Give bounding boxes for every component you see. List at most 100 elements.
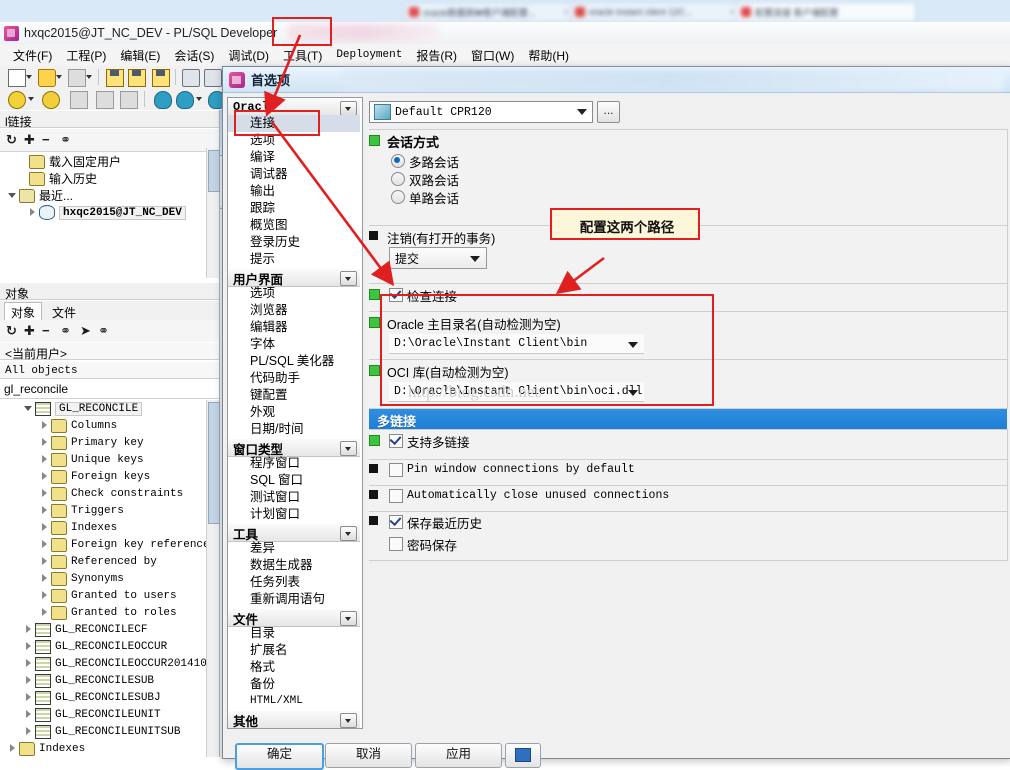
save-icon[interactable] [106, 69, 124, 87]
browser-tab[interactable]: oracle instant client 12C... × [570, 2, 740, 22]
radio-dual-session[interactable] [391, 172, 405, 186]
open-dropdown-icon[interactable] [56, 75, 62, 79]
tree-row[interactable]: Columns [40, 417, 117, 434]
current-user-filter[interactable]: <当前用户> [0, 342, 219, 361]
tree-node-current-connection[interactable]: hxqc2015@JT_NC_DEV [28, 204, 186, 221]
expander-closed-icon[interactable] [8, 744, 17, 753]
pref-item-1-2[interactable]: 编辑器 [228, 319, 360, 336]
pref-item-3-3[interactable]: 重新调用语句 [228, 591, 360, 608]
chevron-down-icon[interactable] [340, 271, 357, 286]
chevron-down-icon[interactable] [340, 526, 357, 541]
tree-row[interactable]: Referenced by [40, 553, 157, 570]
sql-dropdown-icon[interactable] [196, 97, 202, 101]
pref-item-4-2[interactable]: 格式 [228, 659, 360, 676]
radio-multi-session[interactable] [391, 154, 405, 168]
tree-node-input-history[interactable]: 输入历史 [18, 170, 97, 187]
wand-icon[interactable] [70, 91, 88, 109]
object-tree-scrollbar[interactable] [206, 400, 220, 757]
pref-item-0-1[interactable]: 选项 [228, 132, 360, 149]
open-folder-icon[interactable] [38, 69, 56, 87]
menu-item-deployment[interactable]: Deployment [329, 47, 409, 63]
checkbox-auto-close-connections[interactable] [389, 489, 403, 503]
pref-item-2-2[interactable]: 测试窗口 [228, 489, 360, 506]
sql-database-icon[interactable] [176, 91, 194, 109]
refresh-icon[interactable]: ↻ [6, 324, 17, 337]
pref-item-4-0[interactable]: 目录 [228, 625, 360, 642]
pref-item-0-5[interactable]: 跟踪 [228, 200, 360, 217]
tree-row[interactable]: GL_RECONCILE [24, 400, 143, 417]
tree-row[interactable]: Check constraints [40, 485, 183, 502]
pref-item-0-8[interactable]: 提示 [228, 251, 360, 268]
pref-item-2-0[interactable]: 程序窗口 [228, 455, 360, 472]
menu-item-debug[interactable]: 调试(D) [221, 45, 276, 66]
oracle-home-input[interactable]: D:\Oracle\Instant Client\bin [389, 334, 644, 354]
menu-item-tools[interactable]: 工具(T) [276, 45, 329, 66]
cancel-button[interactable]: 取消 [325, 743, 412, 768]
tree-row[interactable]: Primary key [40, 434, 144, 451]
pref-item-2-1[interactable]: SQL 窗口 [228, 472, 360, 489]
checkbox-support-multi-connection[interactable] [389, 434, 403, 448]
pref-item-4-3[interactable]: 备份 [228, 676, 360, 693]
expander-closed-icon[interactable] [40, 591, 49, 600]
expander-closed-icon[interactable] [24, 710, 33, 719]
expander-closed-icon[interactable] [24, 676, 33, 685]
chevron-down-icon[interactable] [340, 101, 357, 116]
chevron-down-icon[interactable] [340, 441, 357, 456]
reopen-dropdown-icon[interactable] [86, 75, 92, 79]
expander-closed-icon[interactable] [24, 693, 33, 702]
tree-node-load-fixed-user[interactable]: 载入固定用户 [18, 153, 121, 170]
tree-row[interactable]: Foreign key references [40, 536, 207, 553]
tab-close-icon[interactable]: × [730, 7, 735, 17]
add-icon[interactable]: ✚ [24, 324, 35, 337]
expander-closed-icon[interactable] [40, 472, 49, 481]
expander-icon[interactable] [18, 174, 27, 183]
tree-row[interactable]: GL_RECONCILESUB [24, 672, 154, 689]
chevron-down-icon[interactable] [628, 342, 638, 348]
expander-closed-icon[interactable] [40, 523, 49, 532]
pref-item-3-1[interactable]: 数据生成器 [228, 557, 360, 574]
refresh-icon[interactable]: ↻ [6, 133, 17, 146]
menu-item-help[interactable]: 帮助(H) [521, 45, 576, 66]
pref-item-1-1[interactable]: 浏览器 [228, 302, 360, 319]
pref-item-1-0[interactable]: 选项 [228, 285, 360, 302]
import-icon[interactable] [96, 91, 114, 109]
pref-item-1-8[interactable]: 日期/时间 [228, 421, 360, 438]
pref-item-0-3[interactable]: 调试器 [228, 166, 360, 183]
menu-item-file[interactable]: 文件(F) [6, 45, 59, 66]
pref-item-0-7[interactable]: 登录历史 [228, 234, 360, 251]
expander-closed-icon[interactable] [24, 659, 33, 668]
expander-closed-icon[interactable] [40, 608, 49, 617]
menu-item-edit[interactable]: 编辑(E) [113, 45, 167, 66]
pref-item-3-0[interactable]: 差异 [228, 540, 360, 557]
pref-item-1-4[interactable]: PL/SQL 美化器 [228, 353, 360, 370]
print-preview-icon[interactable] [204, 69, 222, 87]
remove-icon[interactable]: − [42, 324, 50, 337]
connect-icon[interactable]: ⚭ [98, 324, 109, 337]
scrollbar-thumb[interactable] [208, 402, 220, 524]
tree-row[interactable]: GL_RECONCILEOCCUR [24, 638, 167, 655]
tree-row[interactable]: GL_RECONCILECF [24, 621, 147, 638]
menu-item-session[interactable]: 会话(S) [167, 45, 221, 66]
chevron-down-icon[interactable] [340, 611, 357, 626]
expander-closed-icon[interactable] [24, 625, 33, 634]
expander-closed-icon[interactable] [40, 506, 49, 515]
pref-item-1-5[interactable]: 代码助手 [228, 370, 360, 387]
expander-closed-icon[interactable] [40, 489, 49, 498]
tab-close-icon[interactable]: × [564, 7, 569, 17]
tree-row[interactable]: Granted to roles [40, 604, 177, 621]
pref-item-1-3[interactable]: 字体 [228, 336, 360, 353]
preferences-category-tree[interactable]: Oracle 连接 选项 编译 调试器 输出 跟踪 概览图 登录历史 提示 用户界面 选项 浏览器 编辑器… [227, 97, 363, 729]
tree-row[interactable]: Indexes [40, 519, 117, 536]
menu-item-window[interactable]: 窗口(W) [464, 45, 521, 66]
add-icon[interactable]: ✚ [24, 133, 35, 146]
tree-node-recent[interactable]: 最近... [8, 187, 73, 204]
expander-closed-icon[interactable] [40, 540, 49, 549]
pref-item-0-2[interactable]: 编译 [228, 149, 360, 166]
expander-closed-icon[interactable] [40, 557, 49, 566]
pref-item-4-1[interactable]: 扩展名 [228, 642, 360, 659]
pref-item-3-2[interactable]: 任务列表 [228, 574, 360, 591]
binoculars-icon[interactable]: ⚭ [60, 324, 71, 337]
expander-closed-icon[interactable] [24, 642, 33, 651]
checkbox-pin-window-connections[interactable] [389, 463, 403, 477]
expander-closed-icon[interactable] [24, 727, 33, 736]
